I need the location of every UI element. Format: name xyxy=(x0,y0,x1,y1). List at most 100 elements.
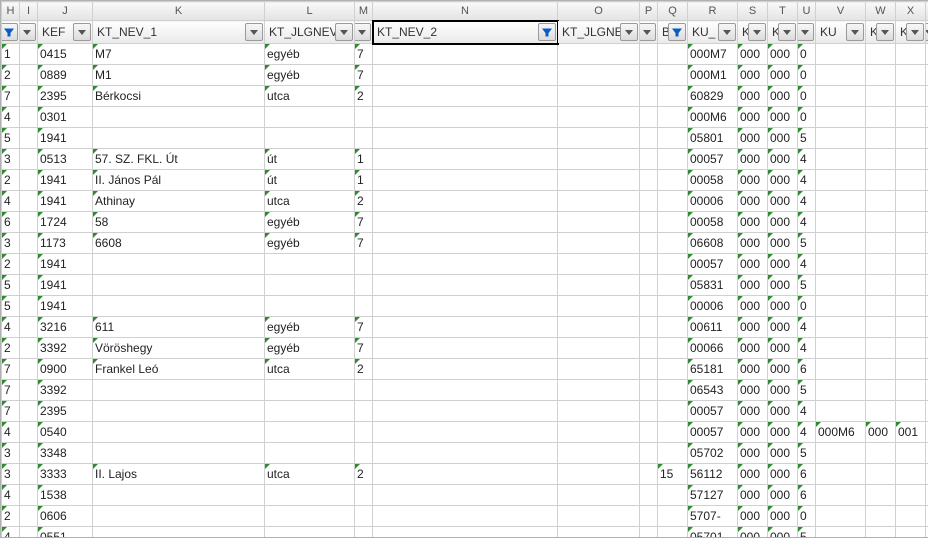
cell-X[interactable] xyxy=(896,464,926,485)
cell-P[interactable] xyxy=(640,422,658,443)
cell-N[interactable] xyxy=(373,170,558,191)
cell-P[interactable] xyxy=(640,254,658,275)
cell-S[interactable]: 000 xyxy=(738,128,768,149)
cell-K[interactable] xyxy=(93,401,265,422)
cell-V[interactable] xyxy=(816,65,866,86)
cell-O[interactable] xyxy=(558,296,640,317)
cell-O[interactable] xyxy=(558,212,640,233)
cell-V[interactable] xyxy=(816,233,866,254)
cell-V[interactable] xyxy=(816,401,866,422)
cell-Q[interactable]: 15 xyxy=(658,464,688,485)
cell-N[interactable] xyxy=(373,380,558,401)
cell-W[interactable] xyxy=(866,233,896,254)
cell-I[interactable] xyxy=(20,107,38,128)
cell-P[interactable] xyxy=(640,359,658,380)
cell-K[interactable]: II. Lajos xyxy=(93,464,265,485)
cell-L[interactable] xyxy=(265,380,355,401)
cell-Q[interactable] xyxy=(658,86,688,107)
cell-T[interactable]: 000 xyxy=(768,275,798,296)
cell-P[interactable] xyxy=(640,506,658,527)
cell-M[interactable]: 7 xyxy=(355,44,373,65)
cell-Q[interactable] xyxy=(658,401,688,422)
cell-X[interactable] xyxy=(896,128,926,149)
filter-dropdown-icon[interactable] xyxy=(620,23,638,41)
cell-P[interactable] xyxy=(640,191,658,212)
cell-U[interactable]: 0 xyxy=(798,65,816,86)
cell-L[interactable] xyxy=(265,254,355,275)
col-O[interactable]: O xyxy=(558,2,640,21)
cell-U[interactable]: 6 xyxy=(798,485,816,506)
cell-U[interactable]: 0 xyxy=(798,296,816,317)
cell-U[interactable]: 0 xyxy=(798,506,816,527)
cell-M[interactable]: 7 xyxy=(355,233,373,254)
cell-S[interactable]: 000 xyxy=(738,296,768,317)
cell-T[interactable]: 000 xyxy=(768,506,798,527)
cell-R[interactable]: 05831 xyxy=(688,275,738,296)
cell-M[interactable]: 2 xyxy=(355,191,373,212)
cell-W[interactable] xyxy=(866,65,896,86)
cell-K[interactable]: II. János Pál xyxy=(93,170,265,191)
col-I[interactable]: I xyxy=(20,2,38,21)
cell-H[interactable]: 7 xyxy=(2,401,20,422)
cell-N[interactable] xyxy=(373,338,558,359)
cell-P[interactable] xyxy=(640,464,658,485)
cell-H[interactable]: 2 xyxy=(2,170,20,191)
cell-J[interactable]: 0606 xyxy=(38,506,93,527)
cell-W[interactable] xyxy=(866,401,896,422)
cell-X[interactable] xyxy=(896,191,926,212)
cell-U[interactable]: 4 xyxy=(798,401,816,422)
cell-U[interactable]: 6 xyxy=(798,359,816,380)
cell-T[interactable]: 000 xyxy=(768,44,798,65)
cell-J[interactable]: 1173 xyxy=(38,233,93,254)
cell-M[interactable] xyxy=(355,401,373,422)
cell-I[interactable] xyxy=(20,44,38,65)
cell-N[interactable] xyxy=(373,422,558,443)
cell-Q[interactable] xyxy=(658,422,688,443)
col-K[interactable]: K xyxy=(93,2,265,21)
cell-L[interactable]: egyéb xyxy=(265,212,355,233)
filter-active-icon[interactable] xyxy=(2,23,19,41)
cell-M[interactable] xyxy=(355,506,373,527)
cell-W[interactable] xyxy=(866,86,896,107)
cell-X[interactable] xyxy=(896,254,926,275)
cell-I[interactable] xyxy=(20,86,38,107)
cell-Q[interactable] xyxy=(658,275,688,296)
cell-I[interactable] xyxy=(20,65,38,86)
cell-O[interactable] xyxy=(558,233,640,254)
cell-S[interactable]: 000 xyxy=(738,485,768,506)
cell-I[interactable] xyxy=(20,380,38,401)
cell-T[interactable]: 000 xyxy=(768,149,798,170)
cell-H[interactable]: 7 xyxy=(2,359,20,380)
cell-O[interactable] xyxy=(558,191,640,212)
cell-W[interactable] xyxy=(866,275,896,296)
cell-Q[interactable] xyxy=(658,527,688,538)
cell-R[interactable]: 56112 xyxy=(688,464,738,485)
cell-M[interactable] xyxy=(355,422,373,443)
cell-Q[interactable] xyxy=(658,128,688,149)
cell-L[interactable] xyxy=(265,401,355,422)
cell-U[interactable]: 4 xyxy=(798,149,816,170)
cell-J[interactable]: 3333 xyxy=(38,464,93,485)
cell-J[interactable]: 1941 xyxy=(38,296,93,317)
cell-L[interactable] xyxy=(265,275,355,296)
cell-U[interactable]: 5 xyxy=(798,233,816,254)
cell-N[interactable] xyxy=(373,212,558,233)
header-U[interactable] xyxy=(798,21,816,44)
cell-Q[interactable] xyxy=(658,443,688,464)
cell-W[interactable] xyxy=(866,317,896,338)
cell-W[interactable] xyxy=(866,464,896,485)
cell-J[interactable]: 1724 xyxy=(38,212,93,233)
filter-dropdown-icon[interactable] xyxy=(20,23,37,41)
cell-Q[interactable] xyxy=(658,233,688,254)
cell-N[interactable] xyxy=(373,65,558,86)
cell-P[interactable] xyxy=(640,485,658,506)
cell-L[interactable]: utca xyxy=(265,464,355,485)
cell-T[interactable]: 000 xyxy=(768,212,798,233)
cell-Q[interactable] xyxy=(658,506,688,527)
cell-O[interactable] xyxy=(558,65,640,86)
cell-O[interactable] xyxy=(558,128,640,149)
cell-R[interactable]: 00006 xyxy=(688,296,738,317)
cell-T[interactable]: 000 xyxy=(768,359,798,380)
cell-O[interactable] xyxy=(558,527,640,538)
cell-J[interactable]: 2395 xyxy=(38,401,93,422)
